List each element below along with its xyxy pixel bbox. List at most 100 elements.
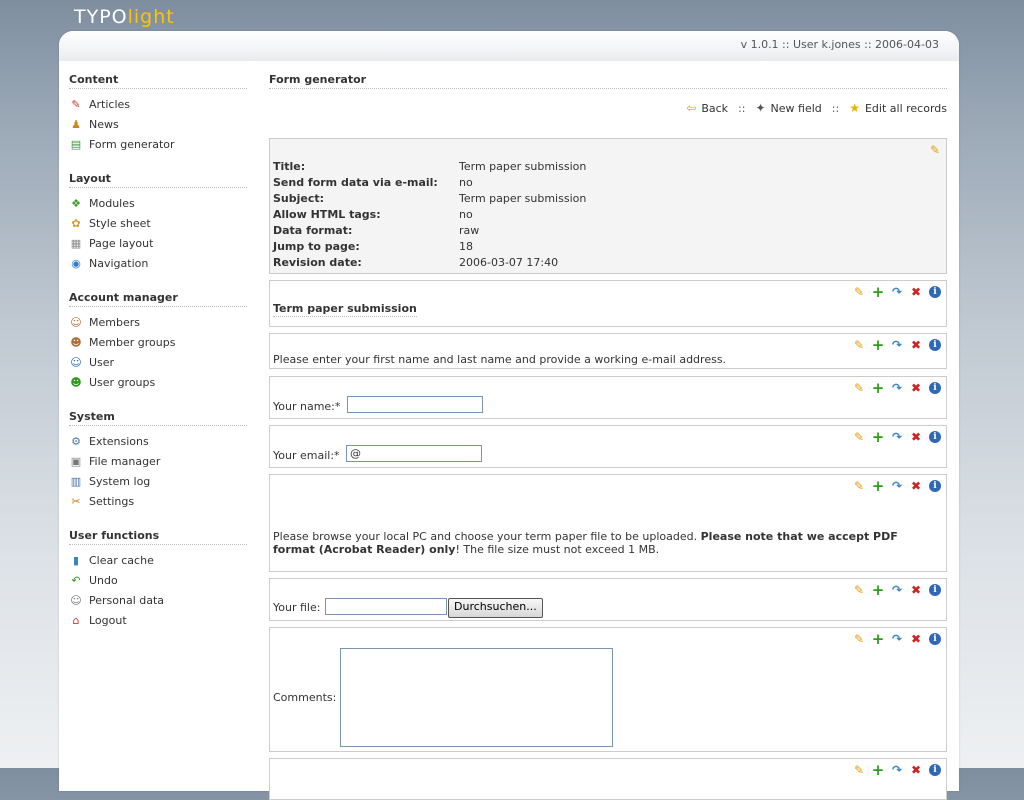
field-next: ✎ + ↷ ✖ i	[269, 758, 947, 800]
add-icon[interactable]: +	[870, 380, 886, 396]
pencil-icon[interactable]: ✎	[927, 142, 943, 158]
sidebar-group-title: Layout	[69, 172, 247, 188]
delete-icon[interactable]: ✖	[908, 631, 924, 647]
sidebar-item-members[interactable]: ☺ Members	[69, 313, 247, 333]
database-icon: ▮	[72, 554, 80, 567]
meta-row: Subject: Term paper submission	[273, 191, 586, 207]
pencil-icon[interactable]: ✎	[851, 478, 867, 494]
meta-value: Term paper submission	[459, 160, 587, 173]
sidebar-group-title: Account manager	[69, 291, 247, 307]
info-icon[interactable]: i	[929, 584, 941, 596]
sidebar-item-form-generator[interactable]: ▤ Form generator	[69, 135, 247, 155]
field-comments: ✎ + ↷ ✖ i Comments:	[269, 627, 947, 752]
sidebar-item-style-sheet[interactable]: ✿ Style sheet	[69, 214, 247, 234]
sidebar-item-file-manager[interactable]: ▣ File manager	[69, 452, 247, 472]
meta-value: raw	[459, 224, 480, 237]
info-icon[interactable]: i	[929, 431, 941, 443]
info-icon[interactable]: i	[929, 480, 941, 492]
sidebar-group-title: Content	[69, 73, 247, 89]
main-content: Form generator ⇦ Back :: ✦ New field :: ★ E…	[269, 73, 947, 119]
sidebar-item-clear-cache[interactable]: ▮ Clear cache	[69, 551, 247, 571]
sidebar-item-undo[interactable]: ↶ Undo	[69, 571, 247, 591]
sidebar-item-extensions[interactable]: ⚙ Extensions	[69, 432, 247, 452]
sidebar-item-navigation[interactable]: ◉ Navigation	[69, 254, 247, 274]
pencil-icon[interactable]: ✎	[851, 380, 867, 396]
sidebar-item-member-groups[interactable]: ☻ Member groups	[69, 333, 247, 353]
move-icon[interactable]: ↷	[889, 762, 905, 778]
sidebar-item-logout[interactable]: ⌂ Logout	[69, 611, 247, 631]
info-icon[interactable]: i	[929, 764, 941, 776]
top-bar: v 1.0.1 :: User k.jones :: 2006-04-03	[59, 31, 959, 61]
info-icon[interactable]: i	[929, 382, 941, 394]
info-icon[interactable]: i	[929, 339, 941, 351]
sidebar-item-user-groups[interactable]: ☻ User groups	[69, 373, 247, 393]
palette-icon: ✿	[71, 217, 81, 230]
delete-icon[interactable]: ✖	[908, 582, 924, 598]
move-icon[interactable]: ↷	[889, 478, 905, 494]
pencil-icon[interactable]: ✎	[851, 582, 867, 598]
move-icon[interactable]: ↷	[889, 631, 905, 647]
pencil-icon[interactable]: ✎	[851, 631, 867, 647]
headline-text: Term paper submission	[273, 302, 417, 317]
sidebar-item-personal-data[interactable]: ☺ Personal data	[69, 591, 247, 611]
move-icon[interactable]: ↷	[889, 582, 905, 598]
sidebar-item-news[interactable]: ♟ News	[69, 115, 247, 135]
sidebar-group-layout: Layout ❖ Modules ✿ Style sheet ▦ Page layou…	[69, 172, 247, 274]
sidebar-item-page-layout[interactable]: ▦ Page layout	[69, 234, 247, 254]
sidebar-item-modules[interactable]: ❖ Modules	[69, 194, 247, 214]
add-icon[interactable]: +	[870, 478, 886, 494]
sidebar-item-user[interactable]: ☺ User	[69, 353, 247, 373]
comments-textarea[interactable]	[340, 648, 613, 747]
delete-icon[interactable]: ✖	[908, 478, 924, 494]
sidebar-item-label: Form generator	[89, 138, 175, 151]
pencil-icon[interactable]: ✎	[851, 284, 867, 300]
info-icon[interactable]: i	[929, 633, 941, 645]
add-icon[interactable]: +	[870, 762, 886, 778]
sidebar-item-label: Modules	[89, 197, 135, 210]
delete-icon[interactable]: ✖	[908, 762, 924, 778]
info-icon[interactable]: i	[929, 286, 941, 298]
sidebar-item-settings[interactable]: ✂ Settings	[69, 492, 247, 512]
meta-value: Term paper submission	[459, 192, 587, 205]
add-icon[interactable]: +	[870, 582, 886, 598]
field-email: ✎ + ↷ ✖ i Your email:*	[269, 425, 947, 468]
pencil-icon: ✎	[71, 98, 81, 111]
sidebar-item-label: Member groups	[89, 336, 176, 349]
upload-instructions-text: Please browse your local PC and choose y…	[273, 530, 930, 556]
move-icon[interactable]: ↷	[889, 380, 905, 396]
sidebar-item-label: System log	[89, 475, 151, 488]
sidebar-item-articles[interactable]: ✎ Articles	[69, 95, 247, 115]
meta-value: no	[459, 176, 473, 189]
browse-button[interactable]: Durchsuchen...	[448, 598, 543, 618]
delete-icon[interactable]: ✖	[908, 380, 924, 396]
meta-key: Revision date:	[273, 256, 362, 269]
name-input[interactable]	[347, 396, 483, 413]
sidebar-item-label: Page layout	[89, 237, 154, 250]
add-icon[interactable]: +	[870, 284, 886, 300]
sidebar-group-content: Content ✎ Articles ♟ News ▤ Form generator	[69, 73, 247, 155]
sidebar-item-label: User	[89, 356, 115, 369]
delete-icon[interactable]: ✖	[908, 284, 924, 300]
email-label: Your email:*	[273, 449, 340, 462]
move-icon[interactable]: ↷	[889, 284, 905, 300]
field-actions: ✎ + ↷ ✖ i	[851, 478, 943, 494]
delete-icon[interactable]: ✖	[908, 429, 924, 445]
news-icon: ♟	[71, 118, 81, 131]
add-icon[interactable]: +	[870, 337, 886, 353]
add-icon[interactable]: +	[870, 429, 886, 445]
sidebar-item-system-log[interactable]: ▥ System log	[69, 472, 247, 492]
email-input[interactable]	[346, 445, 482, 462]
file-path-input[interactable]	[325, 598, 447, 615]
new-field-button[interactable]: ✦ New field	[755, 101, 821, 115]
move-icon[interactable]: ↷	[889, 337, 905, 353]
pencil-icon[interactable]: ✎	[851, 429, 867, 445]
edit-all-records-button[interactable]: ★ Edit all records	[849, 101, 947, 115]
add-icon[interactable]: +	[870, 631, 886, 647]
pencil-icon[interactable]: ✎	[851, 762, 867, 778]
back-button[interactable]: ⇦ Back	[686, 101, 728, 115]
pencil-icon[interactable]: ✎	[851, 337, 867, 353]
field-actions: ✎ + ↷ ✖ i	[851, 284, 943, 300]
field-actions: ✎ + ↷ ✖ i	[851, 380, 943, 396]
delete-icon[interactable]: ✖	[908, 337, 924, 353]
move-icon[interactable]: ↷	[889, 429, 905, 445]
